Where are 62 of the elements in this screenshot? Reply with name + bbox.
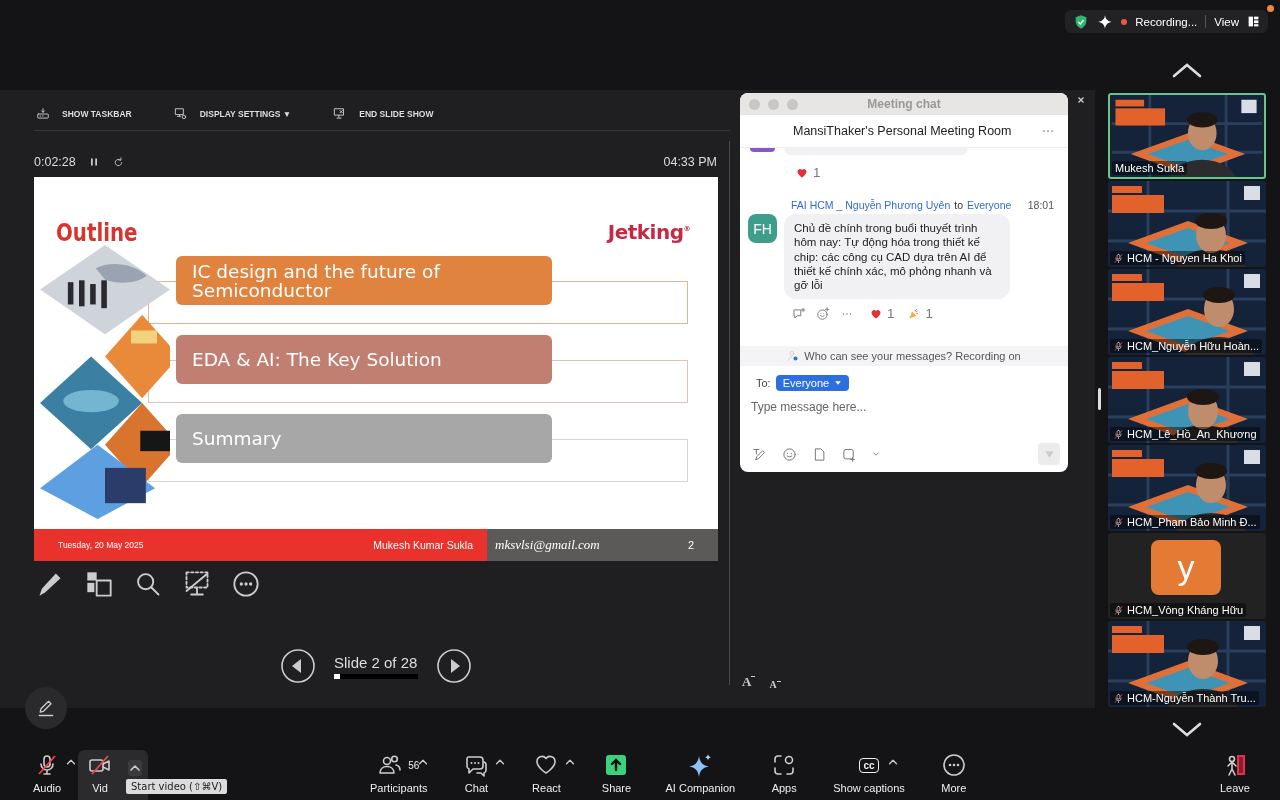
audience-dropdown[interactable]: Everyone — [775, 375, 850, 391]
chat-button[interactable]: Chat — [451, 748, 502, 800]
presenter-name: Mukesh Kumar Sukla — [373, 539, 473, 551]
video-button[interactable]: Vid — [86, 748, 114, 800]
slide-title: Outline — [56, 217, 138, 247]
video-tile[interactable]: y HCM_Vòng Kháng Hữu — [1108, 533, 1266, 619]
avatar: y — [1151, 540, 1221, 595]
privacy-notice: Who can see your messages? Recording on — [804, 350, 1021, 362]
video-tile[interactable]: HCM-Nguyễn Thành Tru... — [1108, 621, 1266, 707]
tooltip: Start video (⇧⌘V) — [126, 779, 228, 794]
participant-name: HCM_Phạm Bảo Minh Đ... — [1127, 516, 1257, 528]
ai-companion-button[interactable]: AI Companion — [661, 748, 740, 800]
message-time: 18:01 — [1027, 199, 1054, 211]
to-label: to — [954, 199, 963, 211]
email-address: mksvlsi@gmail.com — [495, 537, 600, 553]
participant-name: HCM_Lê_Hồ_An_Khương — [1127, 428, 1257, 440]
participant-name: Mukesh Sukla — [1115, 162, 1185, 174]
topic-banner: EDA & AI: The Key Solution — [176, 335, 552, 384]
font-increase-button[interactable]: A — [742, 674, 756, 690]
video-tile[interactable]: HCM_Phạm Bảo Minh Đ... — [1108, 445, 1266, 531]
video-tile[interactable]: Mukesh Sukla — [1108, 93, 1266, 179]
clock-time: 04:33 PM — [663, 155, 717, 169]
video-tile[interactable]: HCM_Lê_Hồ_An_Khương — [1108, 357, 1266, 443]
participant-name: HCM-Nguyễn Thành Tru... — [1127, 692, 1256, 704]
apps-button[interactable]: Apps — [759, 748, 810, 800]
captions-icon: cc — [859, 757, 879, 773]
recipient-name[interactable]: Everyone — [967, 199, 1012, 211]
avatar: FH — [748, 214, 777, 243]
font-decrease-button[interactable]: A — [769, 679, 781, 690]
participant-name: HCM - Nguyen Ha Khoi — [1127, 252, 1242, 264]
toolbar-button[interactable]: SHOW TASKBAR — [34, 107, 134, 121]
reaction-chip[interactable]: 1 — [870, 306, 895, 322]
video-tile[interactable]: HCM - Nguyen Ha Khoi — [1108, 181, 1266, 267]
slide-counter: Slide 2 of 28 — [334, 653, 418, 671]
toolbar-button[interactable]: DISPLAY SETTINGS ▼ — [171, 107, 294, 121]
sender-name[interactable]: FAI HCM _ Nguyễn Phương Uyên — [791, 199, 951, 211]
elapsed-time: 0:02:28 — [34, 155, 76, 169]
slide-date: Tuesday, 20 May 2025 — [58, 540, 144, 550]
audio-button[interactable]: Audio — [22, 748, 72, 800]
view-label[interactable]: View — [1214, 15, 1239, 28]
leave-button[interactable]: Leave — [1210, 748, 1260, 800]
share-button[interactable]: Share — [591, 748, 642, 800]
slide-number: 2 — [687, 539, 694, 551]
video-tile[interactable]: HCM_Nguyễn Hữu Hoàn... — [1108, 269, 1266, 355]
participant-count: 56 — [408, 759, 420, 771]
captions-button[interactable]: cc Show captions — [829, 748, 909, 800]
topic-banner: IC design and the future of Semiconductor — [176, 256, 552, 305]
window-title: Meeting chat — [867, 97, 941, 111]
participants-button[interactable]: 56 Participants — [366, 748, 432, 800]
reaction-chip[interactable]: 1 — [796, 165, 821, 180]
more-button[interactable]: More — [928, 748, 979, 800]
message-bubble: Chủ đề chính trong buổi thuyết trình hôm nay: Tự động hóa trong thiết kế chip: các công cụ CAD dựa trên AI để thiết kế chính xác, mô phỏng nhanh và gỡ lỗi — [784, 214, 1010, 300]
logo-text: Jetking$^{®}$ — [607, 220, 690, 244]
participant-name: HCM_Nguyễn Hữu Hoàn... — [1127, 340, 1260, 352]
participant-name: HCM_Vòng Kháng Hữu — [1127, 604, 1244, 616]
react-button[interactable]: React — [521, 748, 572, 800]
reaction-chip[interactable]: 1 — [908, 306, 933, 322]
recording-label[interactable]: Recording... — [1135, 15, 1198, 28]
to-label: To: — [756, 377, 771, 389]
topic-banner: Summary — [176, 414, 552, 463]
room-name: MansiThaker's Personal Meeting Room — [793, 124, 1012, 138]
toolbar-button[interactable]: END SLIDE SHOW — [331, 107, 436, 121]
